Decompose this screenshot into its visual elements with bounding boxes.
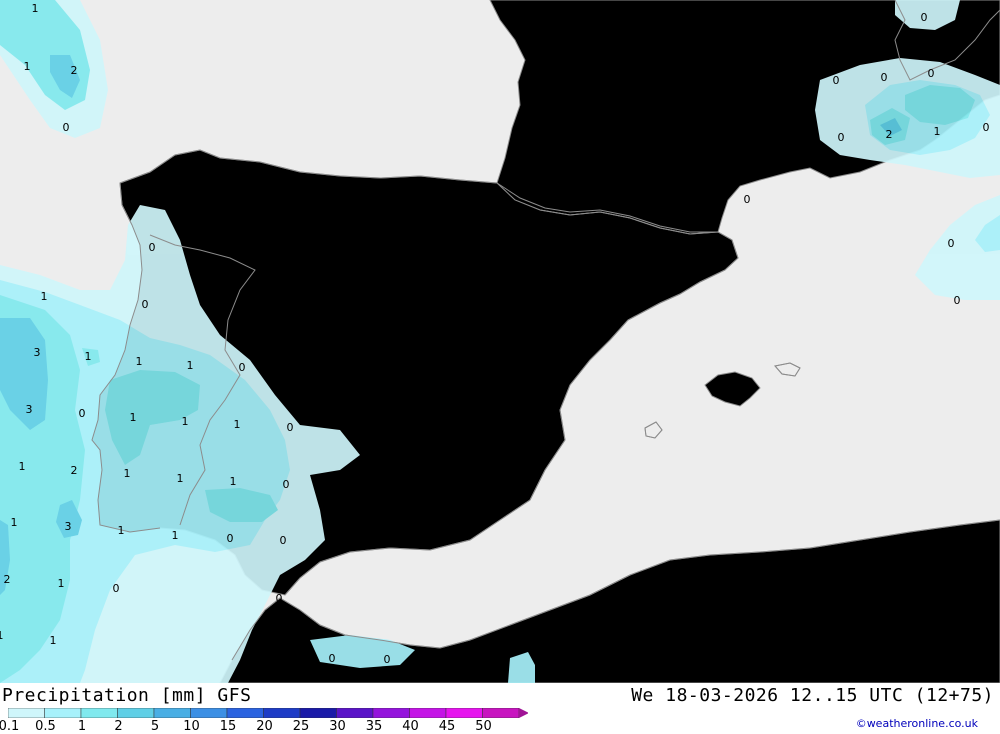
contour-label: 0 — [838, 131, 845, 144]
contour-label: 0 — [833, 74, 840, 87]
legend-color-bar — [8, 708, 528, 718]
contour-label: 0 — [142, 298, 149, 311]
contour-label: 3 — [26, 403, 33, 416]
legend-tick-label: 1 — [77, 719, 87, 734]
contour-label: 0 — [744, 193, 751, 206]
contour-label: 1 — [50, 634, 57, 647]
contour-label: 1 — [11, 516, 18, 529]
contour-label: 1 — [230, 475, 237, 488]
legend-tick-label: 30 — [329, 719, 346, 734]
contour-label: 1 — [85, 350, 92, 363]
contour-label: 0 — [283, 478, 290, 491]
legend-arrow-icon — [519, 708, 528, 718]
contour-label: 1 — [136, 355, 143, 368]
map-title: Precipitation [mm] GFS — [2, 685, 252, 706]
legend-swatch — [80, 708, 118, 718]
map-canvas: 1 1 2 0 0 0 0 0 0 2 1 0 0 0 0 0 1 0 3 1 1 1 0 3 0 1 1 1 0 1 2 1 1 1 0 1 3 1 1 0… — [0, 0, 1000, 683]
precipitation-map: 1 1 2 0 0 0 0 0 0 2 1 0 0 0 0 0 1 0 3 1 1 1 0 3 0 1 1 1 0 1 2 1 1 1 0 1 3 1 1 0… — [0, 0, 1000, 683]
legend-tick-label: 45 — [438, 719, 456, 734]
legend-tick-label: 0.5 — [35, 719, 56, 734]
legend-tick-label: 5 — [150, 719, 160, 734]
contour-label: 0 — [280, 534, 287, 547]
contour-label: 1 — [24, 60, 31, 73]
legend-labels: 0.1 0.5 1 2 5 10 15 20 25 30 35 40 45 50 — [0, 719, 520, 734]
contour-label: 0 — [79, 407, 86, 420]
contour-label: 0 — [276, 592, 283, 605]
legend-swatch — [372, 708, 410, 718]
contour-label: 0 — [63, 121, 70, 134]
contour-label: 1 — [177, 472, 184, 485]
legend-swatch — [190, 708, 228, 718]
contour-label: 1 — [130, 411, 137, 424]
legend-tick-label: 2 — [114, 719, 123, 734]
legend-swatch — [8, 708, 45, 718]
contour-label: 1 — [58, 577, 65, 590]
contour-label: 1 — [118, 524, 125, 537]
contour-label: 2 — [71, 64, 78, 77]
legend-swatch — [482, 708, 520, 718]
contour-label: 0 — [113, 582, 120, 595]
contour-label: 1 — [187, 359, 194, 372]
legend-swatch — [153, 708, 191, 718]
legend-tick-label: 50 — [475, 719, 492, 734]
contour-label: 1 — [0, 629, 4, 642]
legend-tick-label: 10 — [183, 719, 200, 734]
contour-label: 2 — [886, 128, 893, 141]
contour-label: 1 — [182, 415, 189, 428]
contour-label: 1 — [172, 529, 179, 542]
contour-label: 0 — [921, 11, 928, 24]
contour-label: 0 — [239, 361, 246, 374]
legend-swatch — [299, 708, 337, 718]
contour-label: 1 — [124, 467, 131, 480]
contour-label: 1 — [234, 418, 241, 431]
contour-label: 3 — [65, 520, 72, 533]
legend-tick-label: 35 — [365, 719, 383, 734]
contour-label: 0 — [287, 421, 294, 434]
legend-swatch — [226, 708, 264, 718]
contour-label: 1 — [934, 125, 941, 138]
contour-label: 0 — [881, 71, 888, 84]
contour-label: 2 — [71, 464, 78, 477]
legend-swatch — [263, 708, 301, 718]
contour-label: 0 — [384, 653, 391, 666]
contour-label: 0 — [983, 121, 990, 134]
legend-swatch — [445, 708, 483, 718]
legend-tick-label: 25 — [292, 719, 310, 734]
credit-link[interactable]: ©weatheronline.co.uk — [856, 717, 978, 730]
contour-label: 1 — [41, 290, 48, 303]
contour-label: 0 — [149, 241, 156, 254]
legend-swatch — [409, 708, 447, 718]
map-footer: Precipitation [mm] GFS We 18-03-2026 12.… — [0, 683, 1000, 734]
contour-label: 3 — [34, 346, 41, 359]
legend-swatch — [336, 708, 374, 718]
contour-label: 1 — [19, 460, 26, 473]
legend-tick-label: 40 — [402, 719, 419, 734]
contour-label: 2 — [4, 573, 11, 586]
contour-label: 0 — [948, 237, 955, 250]
contour-label: 0 — [954, 294, 961, 307]
legend-swatch — [44, 708, 82, 718]
contour-label: 0 — [329, 652, 336, 665]
contour-label: 0 — [928, 67, 935, 80]
contour-label: 0 — [227, 532, 234, 545]
legend-tick-label: 20 — [256, 719, 273, 734]
contour-label: 1 — [32, 2, 39, 15]
legend-tick-label: 0.1 — [0, 719, 20, 734]
forecast-datetime: We 18-03-2026 12..15 UTC (12+75) — [631, 685, 994, 706]
legend-swatch — [117, 708, 155, 718]
legend-tick-label: 15 — [219, 719, 237, 734]
